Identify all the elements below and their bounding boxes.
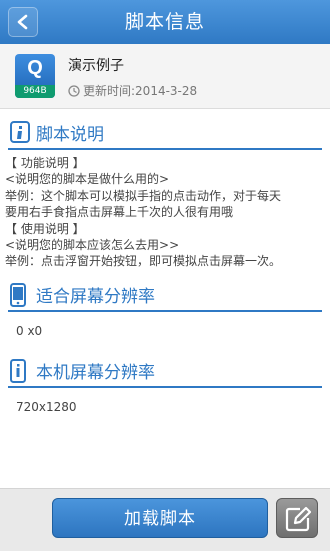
script-info-panel: Q 964B 演示例子 更新时间:2014-3-28 bbox=[0, 44, 330, 109]
description-line: 举例：这个脚本可以模拟手指的点击动作，对于每天 bbox=[5, 188, 282, 203]
script-name: 演示例子 bbox=[68, 58, 124, 74]
section-title-description: 脚本说明 bbox=[36, 125, 104, 145]
update-time-value: 2014-3-28 bbox=[135, 84, 198, 98]
info-icon bbox=[10, 121, 30, 143]
update-time: 更新时间:2014-3-28 bbox=[68, 82, 197, 99]
script-description: 【 功能说明 】 <说明您的脚本是做什么用的> 举例：这个脚本可以模拟手指的点击… bbox=[5, 155, 327, 270]
device-resolution-value: 720x1280 bbox=[16, 400, 77, 414]
section-title-fit-resolution: 适合屏幕分辨率 bbox=[36, 287, 155, 307]
section-header-fit-resolution: 适合屏幕分辨率 bbox=[0, 276, 330, 312]
page-title: 脚本信息 bbox=[124, 11, 205, 33]
description-line: 要用右手食指点击屏幕上千次的人很有用哦 bbox=[5, 205, 234, 220]
edit-icon bbox=[285, 506, 311, 532]
edit-button[interactable] bbox=[276, 498, 318, 538]
section-divider bbox=[8, 386, 322, 388]
script-size-badge: 964B bbox=[15, 85, 55, 98]
clock-icon bbox=[68, 85, 80, 97]
description-line: <说明您的脚本应该怎么去用>> bbox=[5, 238, 180, 253]
bottom-bar: 加载脚本 bbox=[0, 488, 330, 551]
section-title-device-resolution: 本机屏幕分辨率 bbox=[36, 363, 155, 383]
phone-icon bbox=[10, 283, 26, 307]
script-icon-letter: Q bbox=[27, 57, 43, 79]
load-script-button[interactable]: 加载脚本 bbox=[52, 498, 268, 538]
section-header-device-resolution: 本机屏幕分辨率 bbox=[0, 352, 330, 388]
script-icon: Q 964B bbox=[15, 54, 55, 98]
description-line: 举例：点击浮窗开始按钮，即可模拟点击屏幕一次。 bbox=[5, 254, 282, 269]
fit-resolution-value: 0 x0 bbox=[16, 324, 43, 338]
section-divider bbox=[8, 148, 322, 150]
description-line: 【 使用说明 】 bbox=[5, 221, 85, 236]
description-line: 【 功能说明 】 bbox=[5, 156, 85, 170]
title-bar: 脚本信息 bbox=[0, 0, 330, 45]
update-time-label: 更新时间: bbox=[83, 84, 136, 98]
section-divider bbox=[8, 310, 322, 312]
phone-info-icon bbox=[10, 359, 26, 383]
section-header-description: 脚本说明 bbox=[0, 114, 330, 150]
description-line: <说明您的脚本是做什么用的> bbox=[5, 172, 170, 187]
